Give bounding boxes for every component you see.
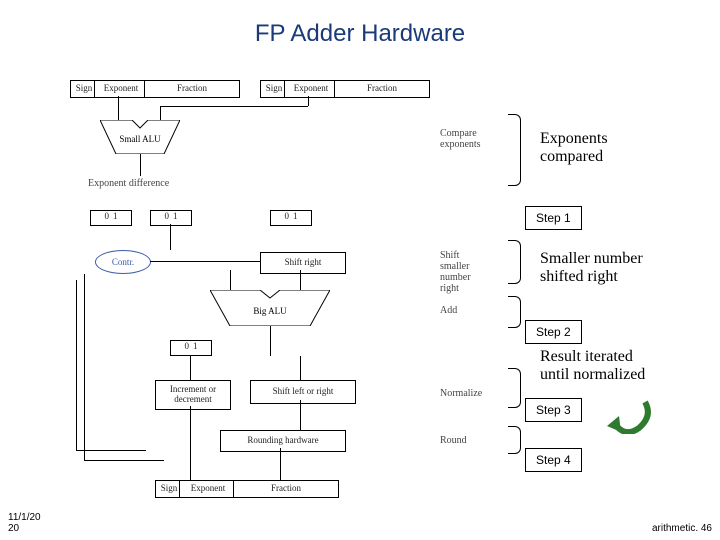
mux-1: 0 1 xyxy=(90,210,132,226)
box-shift-lr: Shift left or right xyxy=(250,380,356,404)
box-fraction-a: Fraction xyxy=(144,80,240,98)
brace-step2 xyxy=(508,240,521,284)
box-shift-right: Shift right xyxy=(260,252,346,274)
mux-2: 0 1 xyxy=(150,210,192,226)
cycle-arrow-icon xyxy=(605,394,655,439)
brace-step4 xyxy=(508,426,521,454)
label-compare: Compare exponents xyxy=(440,128,481,150)
big-alu: Big ALU xyxy=(210,290,330,326)
brace-step1 xyxy=(508,114,521,186)
annotation-shifted: Smaller number shifted right xyxy=(540,250,643,286)
svg-text:Big ALU: Big ALU xyxy=(253,306,287,316)
box-rounding: Rounding hardware xyxy=(220,430,346,452)
footer-page: arithmetic. 46 xyxy=(652,523,712,534)
mux-4: 0 1 xyxy=(170,340,212,356)
small-alu: Small ALU xyxy=(100,120,180,154)
mux-3: 0 1 xyxy=(270,210,312,226)
box-exponent-out: Exponent xyxy=(179,480,237,498)
brace-step-add xyxy=(508,296,521,328)
box-exponent-b: Exponent xyxy=(284,80,338,98)
label-round: Round xyxy=(440,435,467,446)
box-fraction-out: Fraction xyxy=(233,480,339,498)
box-fraction-b: Fraction xyxy=(334,80,430,98)
brace-step3 xyxy=(508,368,521,408)
box-exponent-a: Exponent xyxy=(94,80,148,98)
label-shift-smaller: Shift smaller number right xyxy=(440,250,471,294)
annotation-iterated: Result iterated until normalized xyxy=(540,348,645,384)
box-inc-dec: Increment or decrement xyxy=(155,380,231,410)
control-block: Contr. xyxy=(95,250,151,274)
label-exp-diff: Exponent difference xyxy=(88,178,169,189)
step-1-box: Step 1 xyxy=(525,206,582,230)
label-normalize: Normalize xyxy=(440,388,482,399)
annotation-exponents: Exponents compared xyxy=(540,130,608,166)
svg-text:Small ALU: Small ALU xyxy=(119,134,161,144)
slide-title: FP Adder Hardware xyxy=(0,20,720,48)
label-add: Add xyxy=(440,305,457,316)
step-4-box: Step 4 xyxy=(525,448,582,472)
footer-date: 11/1/20 20 xyxy=(8,512,41,534)
step-3-box: Step 3 xyxy=(525,398,582,422)
step-2-box: Step 2 xyxy=(525,320,582,344)
